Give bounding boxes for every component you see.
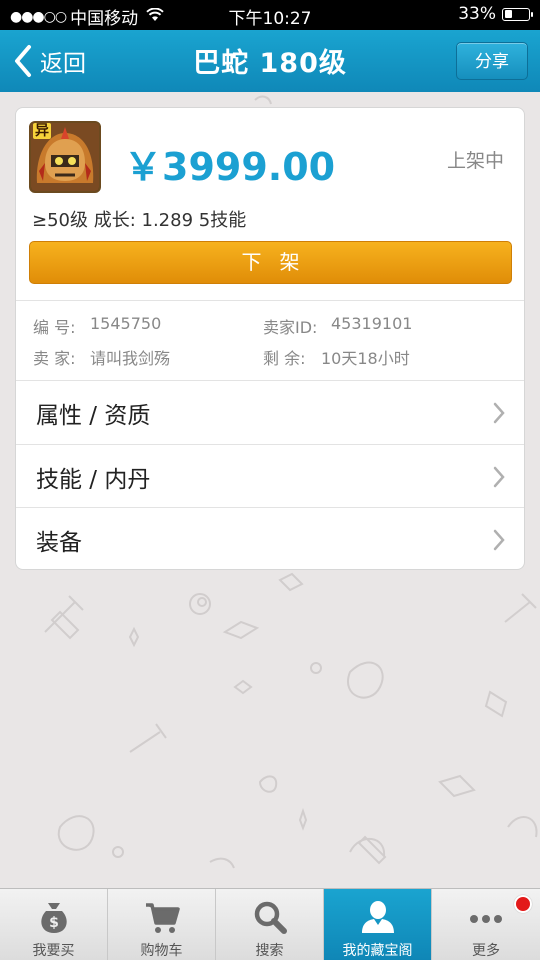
tab-label: 更多	[472, 943, 500, 959]
status-right: 33%	[458, 4, 533, 24]
tab-cart[interactable]: 购物车	[108, 889, 216, 960]
money-bag-icon: $	[41, 903, 67, 933]
seller-id-label: 卖家ID:	[263, 318, 318, 337]
pet-variant-badge: 异	[33, 123, 51, 139]
menu-item-equipment[interactable]: 装备	[16, 508, 524, 569]
battery-icon	[502, 7, 533, 21]
more-icon	[470, 915, 502, 923]
serial-label: 编 号:	[33, 318, 76, 337]
price: ￥3999.00	[124, 145, 336, 189]
seller-id-value: 45319101	[331, 314, 413, 333]
listing-status: 上架中	[446, 150, 504, 172]
share-button[interactable]: 分享	[456, 42, 528, 80]
divider	[16, 300, 524, 301]
search-icon	[254, 901, 287, 934]
seller-label: 卖 家:	[33, 349, 76, 368]
seller-value: 请叫我剑殇	[90, 349, 171, 368]
tab-more[interactable]: 更多	[432, 889, 540, 960]
tab-search[interactable]: 搜索	[216, 889, 324, 960]
item-card: 异 ￥3999.00 上架中 ≥50级 成长: 1.289 5技能 下架 编 号…	[15, 107, 525, 570]
tab-buy[interactable]: $ 我要买	[0, 889, 108, 960]
serial-value: 1545750	[90, 314, 162, 333]
tab-label: 搜索	[255, 943, 284, 959]
cart-icon	[146, 903, 180, 933]
delist-button[interactable]: 下架	[29, 241, 512, 284]
chevron-right-icon	[493, 529, 505, 551]
notification-badge	[514, 895, 532, 913]
menu-item-skills[interactable]: 技能 / 内丹	[16, 445, 524, 508]
user-icon	[362, 901, 394, 933]
status-bar: ●●●○○ 中国移动 下午10:27 33%	[0, 0, 540, 30]
tab-my-treasure[interactable]: 我的藏宝阁	[324, 889, 432, 960]
tab-bar: $ 我要买 购物车 搜索 我的藏宝阁 更多	[0, 888, 540, 960]
menu-item-attributes[interactable]: 属性 / 资质	[16, 381, 524, 444]
nav-bar: 返回 巴蛇 180级 分享	[0, 30, 540, 92]
svg-text:$: $	[49, 915, 59, 931]
chevron-right-icon	[493, 466, 505, 488]
tab-label: 购物车	[140, 943, 183, 959]
pet-stats: ≥50级 成长: 1.289 5技能	[32, 210, 247, 231]
tab-label: 我要买	[32, 943, 75, 959]
tab-label: 我的藏宝阁	[342, 943, 413, 959]
remaining-label: 剩 余:	[263, 349, 306, 368]
chevron-right-icon	[493, 402, 505, 424]
menu-item-label: 技能 / 内丹	[36, 466, 151, 493]
pet-avatar[interactable]: 异	[29, 121, 101, 193]
battery-percent: 33%	[458, 4, 496, 24]
menu-item-label: 属性 / 资质	[36, 402, 151, 429]
battery-level	[504, 10, 513, 18]
remaining-value: 10天18小时	[321, 349, 410, 368]
menu-item-label: 装备	[36, 529, 82, 556]
